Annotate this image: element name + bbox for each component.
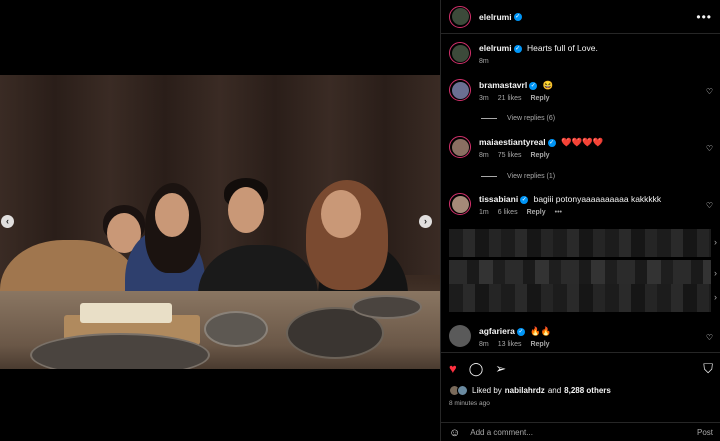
comment-likes[interactable]: 21 likes — [498, 95, 522, 102]
liked-by-prefix: Liked by — [472, 386, 502, 395]
comment-icon[interactable]: ◯ — [469, 361, 484, 377]
next-photo-button[interactable]: › — [419, 215, 432, 228]
post-timestamp: 8 minutes ago — [449, 400, 490, 407]
comment-text: bagiii potonyaaaaaaaaaa kakkkkk — [533, 194, 662, 204]
comment-age: 1m — [479, 209, 489, 216]
commenter-avatar[interactable] — [449, 193, 471, 215]
caption-username[interactable]: elelrumi — [479, 43, 512, 53]
liked-by-conjunction: and — [547, 386, 562, 395]
comment-item: tissabiani ✓ bagiii potonyaaaaaaaaaa kakk… — [449, 193, 713, 216]
commenter-avatar[interactable] — [449, 79, 471, 101]
commenter-avatar[interactable] — [449, 325, 471, 347]
comment-likes[interactable]: 75 likes — [498, 152, 522, 159]
comment-likes[interactable]: 6 likes — [498, 209, 518, 216]
verified-badge-icon: ✓ — [529, 81, 538, 90]
blurred-comment — [449, 229, 711, 257]
verified-badge-icon: ✓ — [520, 195, 529, 204]
reply-button[interactable]: Reply — [527, 209, 546, 216]
chevron-right-icon[interactable]: › — [714, 292, 717, 302]
post-media: ‹ › — [0, 0, 440, 441]
heart-icon[interactable]: ♥ — [449, 361, 457, 377]
post-header: elelrumi ✓ ••• — [441, 0, 720, 34]
author-avatar[interactable] — [449, 42, 471, 64]
view-replies-label: View replies (1) — [507, 173, 556, 180]
reply-button[interactable]: Reply — [530, 341, 549, 348]
post-actions: ♥ ◯ ➢ ⛉ Liked by nabilahrdz and 8,288 ot… — [441, 352, 720, 440]
reply-button[interactable]: Reply — [530, 152, 549, 159]
comment-age: 8m — [479, 341, 489, 348]
caption-text: Hearts full of Love. — [526, 43, 598, 53]
reply-button[interactable]: Reply — [530, 95, 549, 102]
comment-text: 🔥🔥 — [530, 326, 552, 336]
comment-like-heart-icon[interactable]: ♡ — [706, 201, 713, 210]
comment-username[interactable]: bramastavrl — [479, 80, 527, 90]
post-comment-button[interactable]: Post — [697, 428, 713, 437]
comment-username[interactable]: agfariera — [479, 326, 515, 336]
author-avatar[interactable] — [449, 5, 471, 28]
comment-more-icon[interactable]: ••• — [555, 209, 562, 216]
liker-avatar — [457, 385, 468, 396]
comment-like-heart-icon[interactable]: ♡ — [706, 87, 713, 96]
view-replies-button[interactable]: View replies (1) — [481, 173, 555, 180]
comment-text: 😆 — [542, 80, 554, 90]
liked-by: Liked by nabilahrdz and 8,288 others — [449, 385, 611, 396]
blurred-comment — [449, 284, 711, 312]
caption: elelrumi ✓ Hearts full of Love. 8m — [449, 42, 713, 65]
post-side-panel: elelrumi ✓ ••• elelrumi ✓ Hearts full of … — [440, 0, 720, 441]
comments-list: elelrumi ✓ Hearts full of Love. 8m bramas… — [441, 34, 720, 352]
commenter-avatar[interactable] — [449, 136, 471, 158]
chevron-right-icon[interactable]: › — [714, 268, 717, 278]
comment-like-heart-icon[interactable]: ♡ — [706, 333, 713, 342]
previous-photo-button[interactable]: ‹ — [1, 215, 14, 228]
comment-item: agfariera ✓ 🔥🔥 8m 13 likes Reply ♡ — [449, 325, 713, 348]
send-icon[interactable]: ➢ — [495, 361, 506, 377]
view-replies-label: View replies (6) — [507, 115, 556, 122]
emoji-icon[interactable]: ☺ — [449, 427, 460, 439]
comment-likes[interactable]: 13 likes — [498, 341, 522, 348]
more-icon[interactable]: ••• — [696, 10, 712, 24]
bookmark-icon[interactable]: ⛉ — [703, 361, 713, 377]
comment-age: 3m — [479, 95, 489, 102]
comment-composer: ☺ Add a comment... Post — [441, 422, 720, 441]
comment-username[interactable]: maiaestiantyreal — [479, 137, 546, 147]
comment-text: ❤️❤️❤️❤️ — [561, 137, 604, 147]
chevron-right-icon[interactable]: › — [714, 237, 717, 247]
comment-item: maiaestiantyreal ✓ ❤️❤️❤️❤️ 8m 75 likes R… — [449, 136, 713, 159]
verified-badge-icon: ✓ — [513, 44, 522, 53]
liked-by-others[interactable]: 8,288 others — [564, 386, 611, 395]
comment-username[interactable]: tissabiani — [479, 194, 518, 204]
verified-badge-icon: ✓ — [547, 138, 556, 147]
comment-item: bramastavrl ✓ 😆 3m 21 likes Reply ♡ — [449, 79, 713, 102]
view-replies-button[interactable]: View replies (6) — [481, 115, 555, 122]
comment-input[interactable]: Add a comment... — [470, 428, 533, 437]
post-photo[interactable] — [0, 75, 440, 369]
liked-by-user[interactable]: nabilahrdz — [505, 386, 545, 395]
comment-age: 8m — [479, 152, 489, 159]
verified-badge-icon: ✓ — [516, 327, 525, 336]
verified-badge-icon: ✓ — [513, 12, 522, 21]
author-username[interactable]: elelrumi — [479, 12, 512, 22]
caption-age: 8m — [479, 58, 489, 65]
comment-like-heart-icon[interactable]: ♡ — [706, 144, 713, 153]
